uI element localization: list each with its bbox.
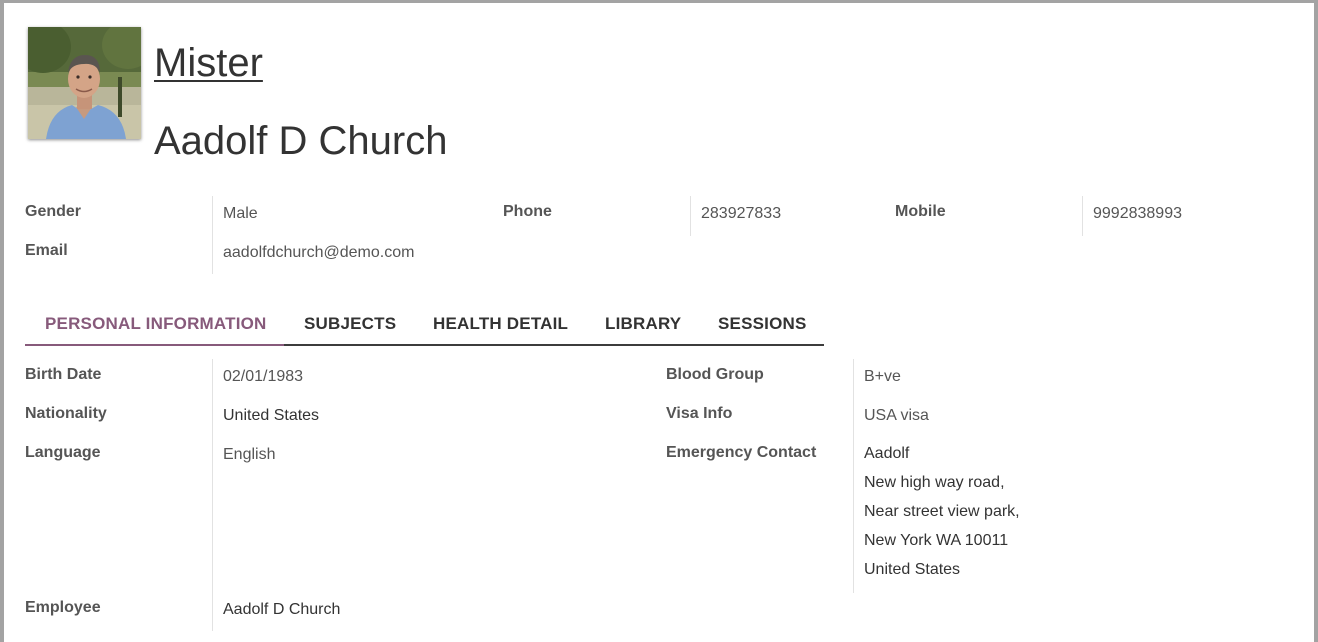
emergency-contact-line: United States xyxy=(864,561,961,578)
employee-label: Employee xyxy=(25,599,101,616)
birth-date-value[interactable]: 02/01/1983 xyxy=(223,368,303,386)
active-tab-indicator xyxy=(25,344,284,346)
emergency-contact-line: New high way road, xyxy=(864,474,1005,491)
emergency-contact-line: Aadolf xyxy=(864,445,910,462)
form-sheet: Mister Aadolf D Church Gender Male Phone… xyxy=(0,0,1318,642)
title-link[interactable]: Mister xyxy=(154,41,263,86)
language-label: Language xyxy=(25,444,101,461)
blood-group-label: Blood Group xyxy=(666,366,764,383)
email-value[interactable]: aadolfdchurch@demo.com xyxy=(223,244,414,262)
tab-personal-information[interactable]: PERSONAL INFORMATION xyxy=(45,314,267,334)
mobile-value[interactable]: 9992838993 xyxy=(1093,205,1182,223)
email-label: Email xyxy=(25,242,68,259)
tab-library[interactable]: LIBRARY xyxy=(605,314,681,334)
phone-value[interactable]: 283927833 xyxy=(701,205,781,223)
field-divider xyxy=(212,359,213,631)
emergency-contact-label: Emergency Contact xyxy=(666,444,817,461)
emergency-contact-line: New York WA 10011 xyxy=(864,532,1009,549)
gender-label: Gender xyxy=(25,203,82,220)
visa-info-label: Visa Info xyxy=(666,405,733,422)
nationality-label: Nationality xyxy=(25,405,107,422)
employee-value[interactable]: Aadolf D Church xyxy=(223,601,340,619)
nationality-value[interactable]: United States xyxy=(223,407,319,425)
notebook-tabs: PERSONAL INFORMATION SUBJECTS HEALTH DET… xyxy=(25,303,824,346)
visa-info-value[interactable]: USA visa xyxy=(864,407,929,425)
field-divider xyxy=(853,359,854,593)
mobile-label: Mobile xyxy=(895,203,946,220)
birth-date-label: Birth Date xyxy=(25,366,102,383)
field-divider xyxy=(212,196,213,274)
tab-subjects[interactable]: SUBJECTS xyxy=(304,314,396,334)
field-divider xyxy=(1082,196,1083,236)
emergency-contact-value[interactable]: Aadolf New high way road, Near street vi… xyxy=(864,439,1020,584)
student-avatar[interactable] xyxy=(28,27,141,139)
field-divider xyxy=(690,196,691,236)
emergency-contact-line: Near street view park, xyxy=(864,503,1020,520)
student-name: Aadolf D Church xyxy=(154,119,448,163)
tab-health-detail[interactable]: HEALTH DETAIL xyxy=(433,314,568,334)
phone-label: Phone xyxy=(503,203,552,220)
tab-sessions[interactable]: SESSIONS xyxy=(718,314,807,334)
blood-group-value[interactable]: B+ve xyxy=(864,368,901,386)
gender-value[interactable]: Male xyxy=(223,205,258,223)
language-value[interactable]: English xyxy=(223,446,275,464)
